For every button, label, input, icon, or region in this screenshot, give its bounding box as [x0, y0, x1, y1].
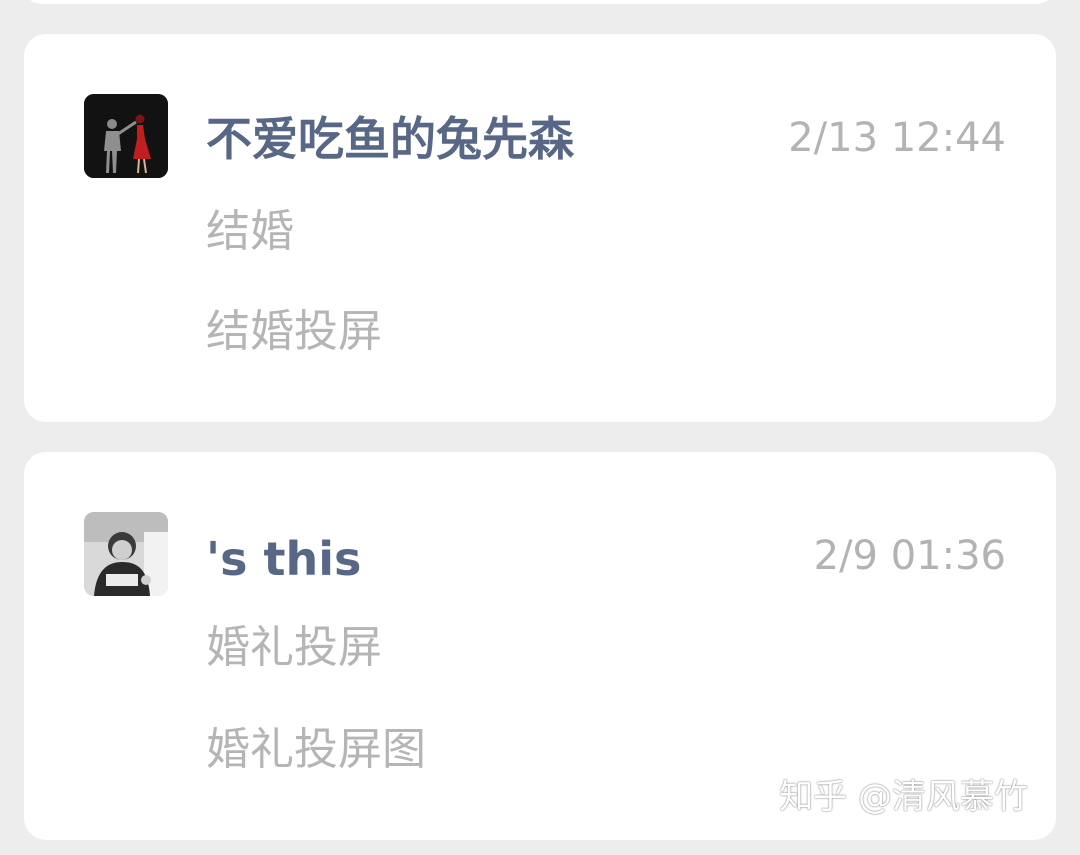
message-time: 2/9 01:36 [813, 533, 1006, 579]
message-card[interactable]: 不爱吃鱼的兔先森 2/13 12:44 结婚 结婚投屏 [24, 34, 1056, 422]
previous-card-edge [22, 0, 1056, 4]
message-text: 结婚 [206, 206, 294, 257]
contact-name[interactable]: 不爱吃鱼的兔先森 [206, 116, 574, 162]
contact-name[interactable]: 's this [206, 536, 361, 582]
watermark: 知乎 @清风慕竹 [779, 777, 1028, 817]
child-photo-icon [84, 512, 168, 596]
message-text: 婚礼投屏 [206, 622, 382, 673]
avatar[interactable] [84, 512, 168, 596]
message-text: 结婚投屏 [206, 306, 382, 357]
message-card[interactable]: 's this 2/9 01:36 婚礼投屏 婚礼投屏图 知乎 @清风慕竹 [24, 452, 1056, 840]
couple-silhouette-icon [84, 94, 168, 178]
message-time: 2/13 12:44 [788, 115, 1006, 161]
avatar[interactable] [84, 94, 168, 178]
message-text: 婚礼投屏图 [206, 724, 426, 775]
